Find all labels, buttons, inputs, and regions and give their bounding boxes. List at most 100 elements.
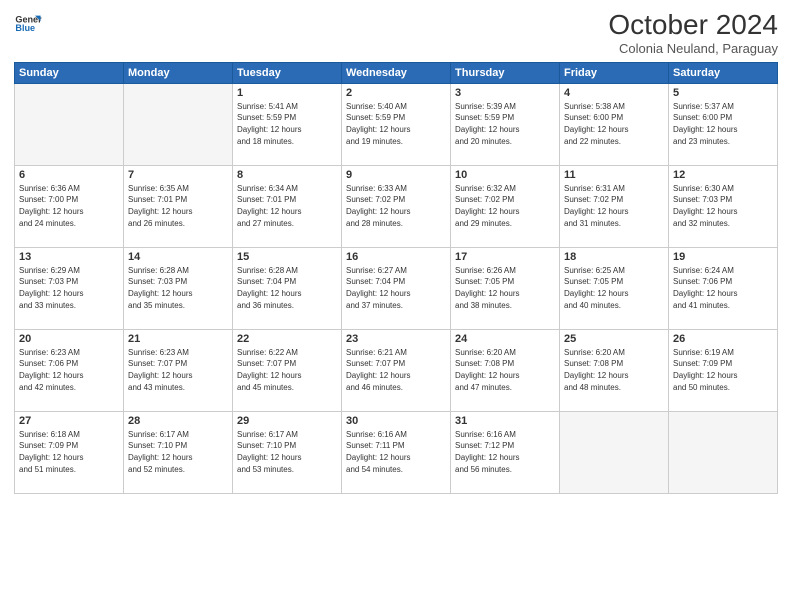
- day-number: 19: [673, 251, 773, 263]
- calendar-cell: 22 Sunrise: 6:22 AM Sunset: 7:07 PM Dayli…: [233, 329, 342, 411]
- day-info: Sunrise: 6:16 AM Sunset: 7:11 PM Dayligh…: [346, 429, 446, 475]
- day-info: Sunrise: 6:19 AM Sunset: 7:09 PM Dayligh…: [673, 347, 773, 393]
- day-info: Sunrise: 5:39 AM Sunset: 5:59 PM Dayligh…: [455, 101, 555, 147]
- day-info: Sunrise: 6:23 AM Sunset: 7:06 PM Dayligh…: [19, 347, 119, 393]
- day-info: Sunrise: 6:25 AM Sunset: 7:05 PM Dayligh…: [564, 265, 664, 311]
- day-info: Sunrise: 6:20 AM Sunset: 7:08 PM Dayligh…: [455, 347, 555, 393]
- day-info: Sunrise: 6:27 AM Sunset: 7:04 PM Dayligh…: [346, 265, 446, 311]
- day-number: 12: [673, 169, 773, 181]
- day-info: Sunrise: 6:20 AM Sunset: 7:08 PM Dayligh…: [564, 347, 664, 393]
- calendar-cell: 29 Sunrise: 6:17 AM Sunset: 7:10 PM Dayli…: [233, 411, 342, 493]
- day-info: Sunrise: 6:17 AM Sunset: 7:10 PM Dayligh…: [237, 429, 337, 475]
- calendar-cell: 27 Sunrise: 6:18 AM Sunset: 7:09 PM Dayli…: [15, 411, 124, 493]
- calendar-cell: 11 Sunrise: 6:31 AM Sunset: 7:02 PM Dayli…: [560, 165, 669, 247]
- day-number: 8: [237, 169, 337, 181]
- day-info: Sunrise: 5:37 AM Sunset: 6:00 PM Dayligh…: [673, 101, 773, 147]
- calendar-table: SundayMondayTuesdayWednesdayThursdayFrid…: [14, 62, 778, 494]
- day-info: Sunrise: 6:28 AM Sunset: 7:03 PM Dayligh…: [128, 265, 228, 311]
- calendar-week-4: 20 Sunrise: 6:23 AM Sunset: 7:06 PM Dayli…: [15, 329, 778, 411]
- day-number: 20: [19, 333, 119, 345]
- calendar-cell: 30 Sunrise: 6:16 AM Sunset: 7:11 PM Dayli…: [342, 411, 451, 493]
- header-sunday: Sunday: [15, 62, 124, 83]
- header-saturday: Saturday: [669, 62, 778, 83]
- day-number: 22: [237, 333, 337, 345]
- calendar-cell: 5 Sunrise: 5:37 AM Sunset: 6:00 PM Daylig…: [669, 83, 778, 165]
- day-number: 14: [128, 251, 228, 263]
- day-number: 18: [564, 251, 664, 263]
- day-info: Sunrise: 5:38 AM Sunset: 6:00 PM Dayligh…: [564, 101, 664, 147]
- calendar-cell: 24 Sunrise: 6:20 AM Sunset: 7:08 PM Dayli…: [451, 329, 560, 411]
- day-info: Sunrise: 6:16 AM Sunset: 7:12 PM Dayligh…: [455, 429, 555, 475]
- day-number: 23: [346, 333, 446, 345]
- calendar-cell: 7 Sunrise: 6:35 AM Sunset: 7:01 PM Daylig…: [124, 165, 233, 247]
- day-info: Sunrise: 6:29 AM Sunset: 7:03 PM Dayligh…: [19, 265, 119, 311]
- day-number: 30: [346, 415, 446, 427]
- day-number: 13: [19, 251, 119, 263]
- page-header: General Blue October 2024 Colonia Neulan…: [14, 10, 778, 56]
- day-number: 17: [455, 251, 555, 263]
- calendar-cell: 23 Sunrise: 6:21 AM Sunset: 7:07 PM Dayli…: [342, 329, 451, 411]
- calendar-cell: 25Sunrise: 6:20 AM Sunset: 7:08 PM Dayli…: [560, 329, 669, 411]
- calendar-cell: 20 Sunrise: 6:23 AM Sunset: 7:06 PM Dayli…: [15, 329, 124, 411]
- calendar-cell: 3 Sunrise: 5:39 AM Sunset: 5:59 PM Daylig…: [451, 83, 560, 165]
- calendar-cell: 16 Sunrise: 6:27 AM Sunset: 7:04 PM Dayli…: [342, 247, 451, 329]
- day-info: Sunrise: 6:36 AM Sunset: 7:00 PM Dayligh…: [19, 183, 119, 229]
- day-info: Sunrise: 6:21 AM Sunset: 7:07 PM Dayligh…: [346, 347, 446, 393]
- day-number: 15: [237, 251, 337, 263]
- day-info: Sunrise: 6:34 AM Sunset: 7:01 PM Dayligh…: [237, 183, 337, 229]
- calendar-cell: [669, 411, 778, 493]
- day-number: 3: [455, 87, 555, 99]
- day-number: 24: [455, 333, 555, 345]
- header-monday: Monday: [124, 62, 233, 83]
- header-tuesday: Tuesday: [233, 62, 342, 83]
- location-subtitle: Colonia Neuland, Paraguay: [608, 41, 778, 56]
- day-info: Sunrise: 6:31 AM Sunset: 7:02 PM Dayligh…: [564, 183, 664, 229]
- calendar-cell: 6 Sunrise: 6:36 AM Sunset: 7:00 PM Daylig…: [15, 165, 124, 247]
- day-info: Sunrise: 6:22 AM Sunset: 7:07 PM Dayligh…: [237, 347, 337, 393]
- day-number: 31: [455, 415, 555, 427]
- day-info: Sunrise: 5:40 AM Sunset: 5:59 PM Dayligh…: [346, 101, 446, 147]
- day-info: Sunrise: 6:24 AM Sunset: 7:06 PM Dayligh…: [673, 265, 773, 311]
- calendar-cell: 19 Sunrise: 6:24 AM Sunset: 7:06 PM Dayli…: [669, 247, 778, 329]
- calendar-cell: 9 Sunrise: 6:33 AM Sunset: 7:02 PM Daylig…: [342, 165, 451, 247]
- day-info: Sunrise: 6:30 AM Sunset: 7:03 PM Dayligh…: [673, 183, 773, 229]
- day-number: 21: [128, 333, 228, 345]
- calendar-cell: 26 Sunrise: 6:19 AM Sunset: 7:09 PM Dayli…: [669, 329, 778, 411]
- day-number: 6: [19, 169, 119, 181]
- day-info: Sunrise: 6:33 AM Sunset: 7:02 PM Dayligh…: [346, 183, 446, 229]
- calendar-cell: 13 Sunrise: 6:29 AM Sunset: 7:03 PM Dayli…: [15, 247, 124, 329]
- day-info: Sunrise: 6:32 AM Sunset: 7:02 PM Dayligh…: [455, 183, 555, 229]
- calendar-week-1: 1Sunrise: 5:41 AM Sunset: 5:59 PM Daylig…: [15, 83, 778, 165]
- day-number: 11: [564, 169, 664, 181]
- day-info: Sunrise: 6:18 AM Sunset: 7:09 PM Dayligh…: [19, 429, 119, 475]
- calendar-week-2: 6 Sunrise: 6:36 AM Sunset: 7:00 PM Daylig…: [15, 165, 778, 247]
- calendar-cell: 2Sunrise: 5:40 AM Sunset: 5:59 PM Daylig…: [342, 83, 451, 165]
- logo: General Blue: [14, 10, 42, 38]
- day-info: Sunrise: 6:23 AM Sunset: 7:07 PM Dayligh…: [128, 347, 228, 393]
- day-number: 5: [673, 87, 773, 99]
- day-number: 29: [237, 415, 337, 427]
- calendar-header-row: SundayMondayTuesdayWednesdayThursdayFrid…: [15, 62, 778, 83]
- calendar-cell: 15Sunrise: 6:28 AM Sunset: 7:04 PM Dayli…: [233, 247, 342, 329]
- day-number: 26: [673, 333, 773, 345]
- header-wednesday: Wednesday: [342, 62, 451, 83]
- calendar-cell: 1Sunrise: 5:41 AM Sunset: 5:59 PM Daylig…: [233, 83, 342, 165]
- day-info: Sunrise: 6:26 AM Sunset: 7:05 PM Dayligh…: [455, 265, 555, 311]
- calendar-cell: 4 Sunrise: 5:38 AM Sunset: 6:00 PM Daylig…: [560, 83, 669, 165]
- day-number: 10: [455, 169, 555, 181]
- day-number: 27: [19, 415, 119, 427]
- header-thursday: Thursday: [451, 62, 560, 83]
- title-block: October 2024 Colonia Neuland, Paraguay: [608, 10, 778, 56]
- day-number: 7: [128, 169, 228, 181]
- calendar-cell: 18 Sunrise: 6:25 AM Sunset: 7:05 PM Dayli…: [560, 247, 669, 329]
- calendar-cell: [560, 411, 669, 493]
- calendar-cell: [15, 83, 124, 165]
- day-info: Sunrise: 6:35 AM Sunset: 7:01 PM Dayligh…: [128, 183, 228, 229]
- day-number: 9: [346, 169, 446, 181]
- calendar-cell: 17 Sunrise: 6:26 AM Sunset: 7:05 PM Dayli…: [451, 247, 560, 329]
- day-number: 4: [564, 87, 664, 99]
- calendar-cell: 21 Sunrise: 6:23 AM Sunset: 7:07 PM Dayli…: [124, 329, 233, 411]
- calendar-cell: 14 Sunrise: 6:28 AM Sunset: 7:03 PM Dayli…: [124, 247, 233, 329]
- day-number: 1: [237, 87, 337, 99]
- day-number: 16: [346, 251, 446, 263]
